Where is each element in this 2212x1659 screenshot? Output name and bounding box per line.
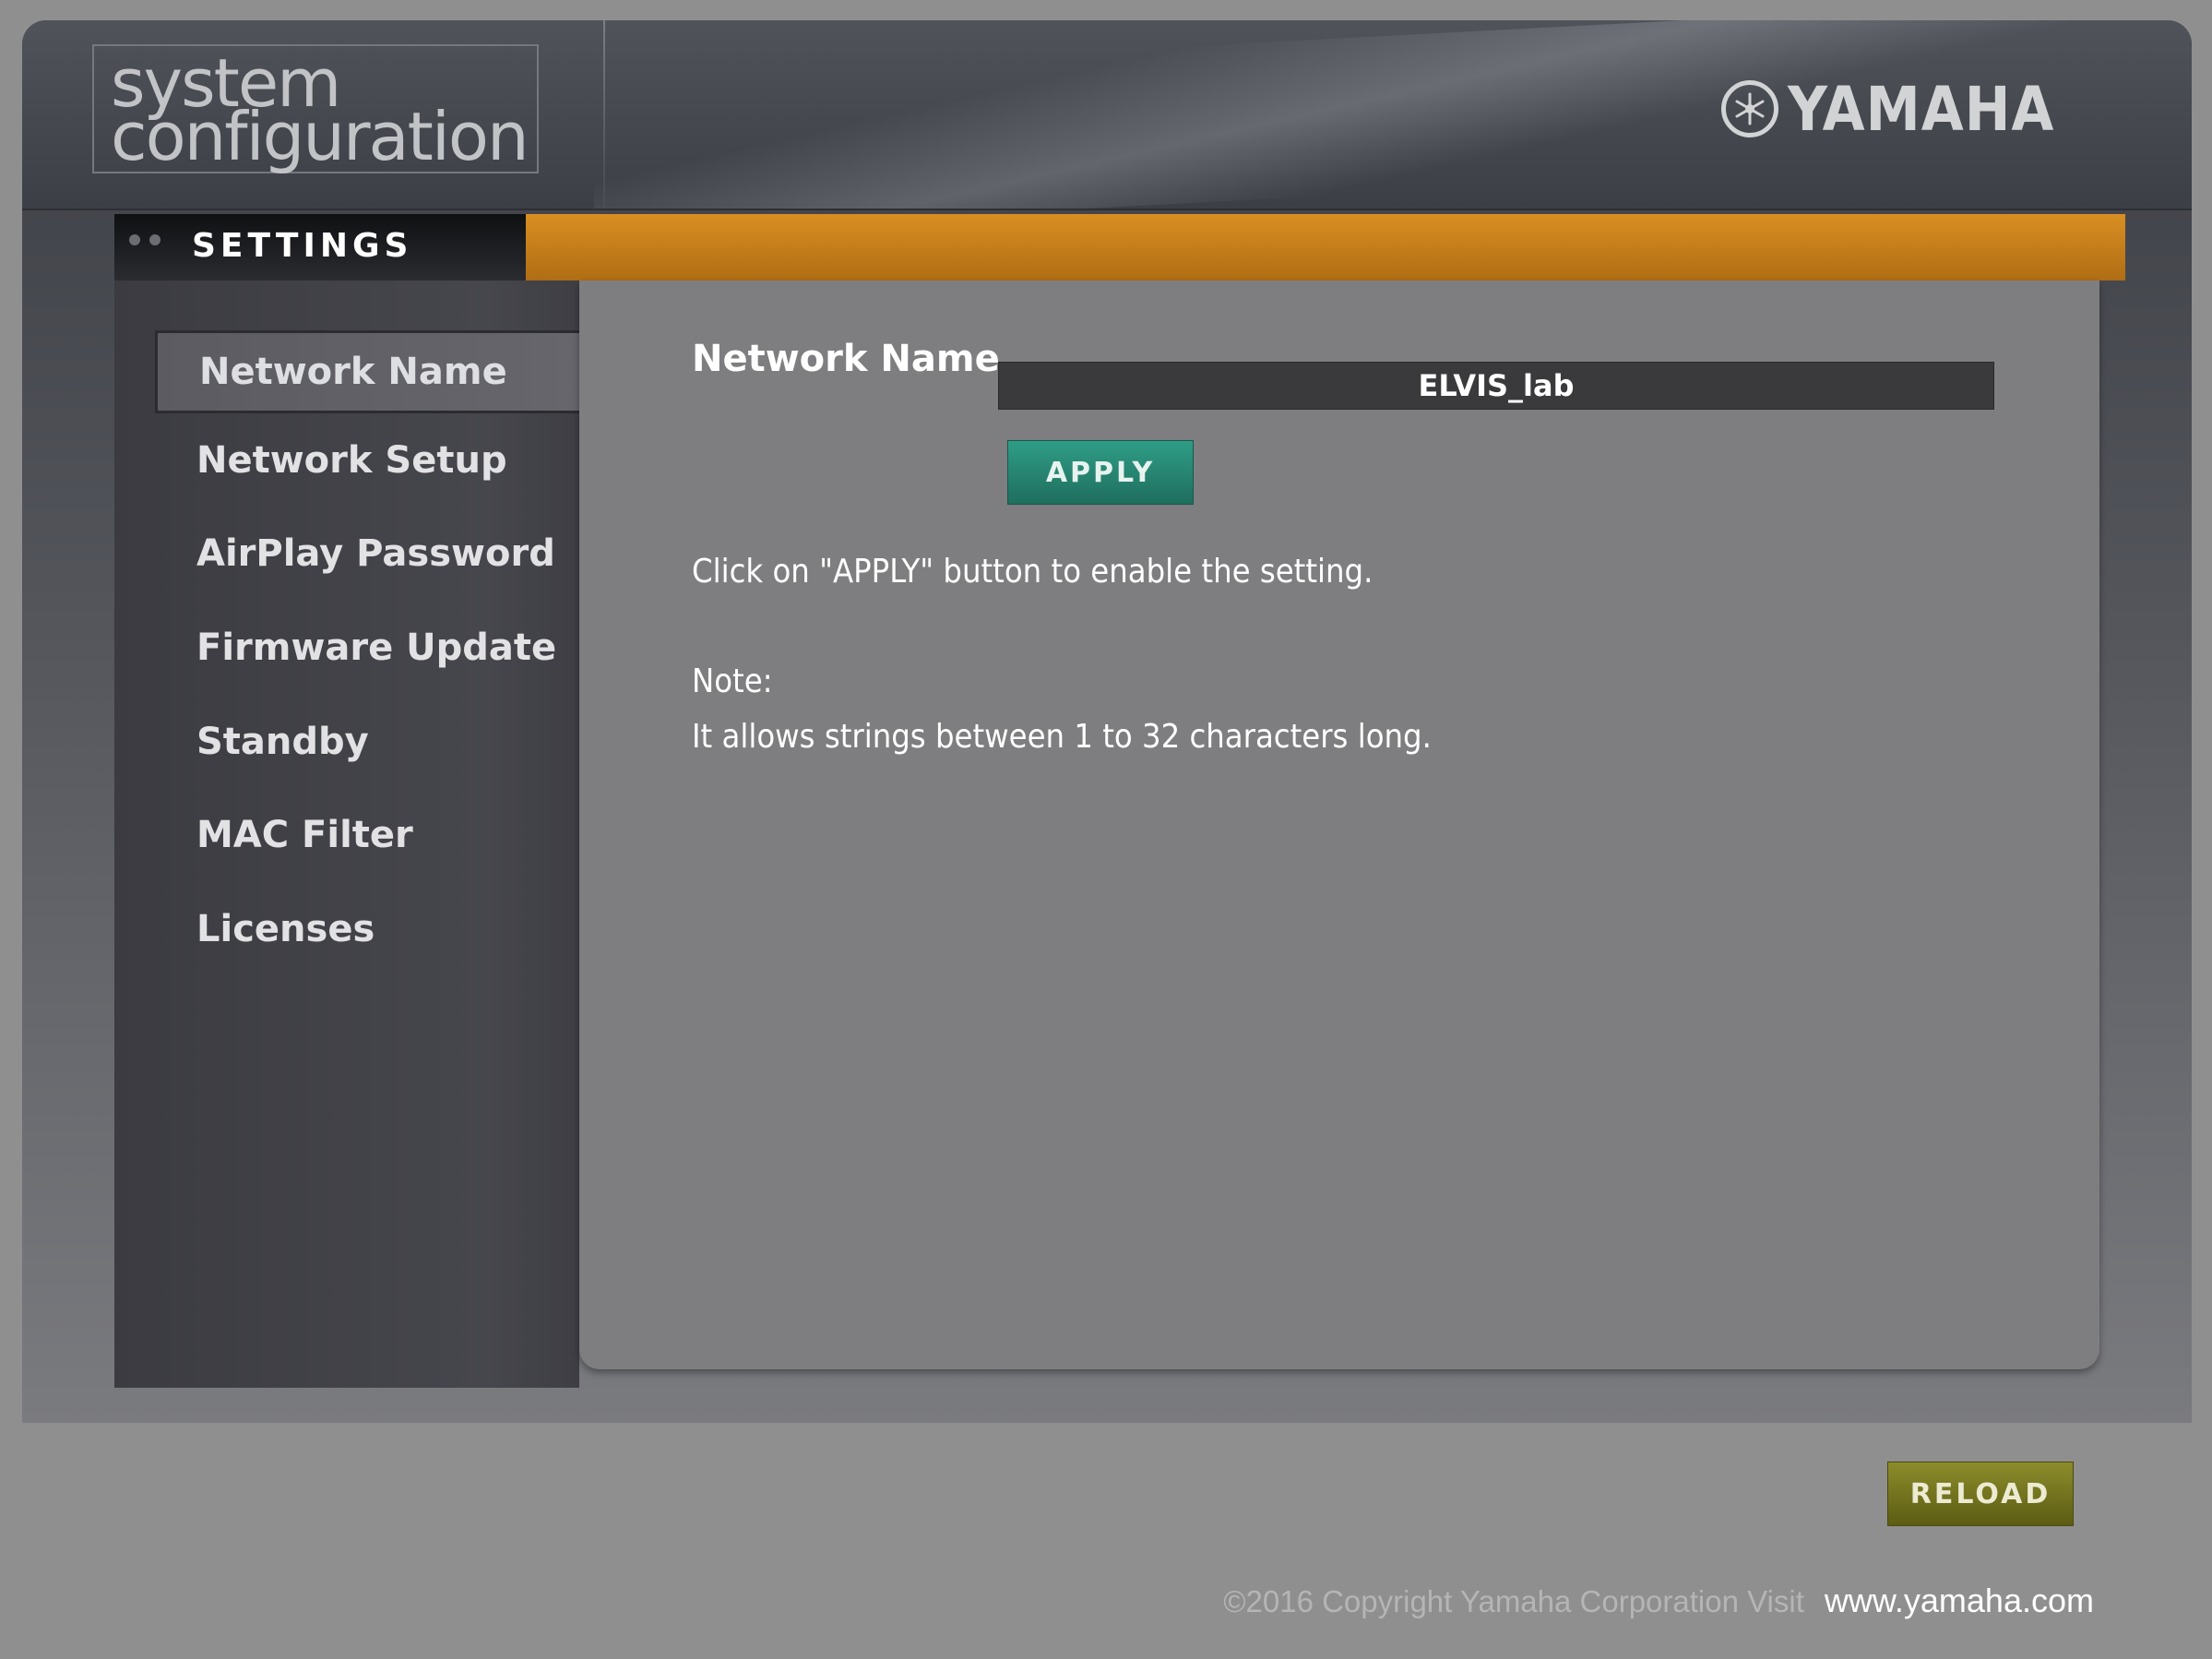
- note-text: It allows strings between 1 to 32 charac…: [692, 718, 1432, 756]
- logo-line-configuration: configuration: [111, 98, 529, 175]
- sidebar-item-airplay-password[interactable]: AirPlay Password: [114, 512, 579, 595]
- sidebar-item-network-name[interactable]: Network Name: [155, 330, 579, 413]
- sidebar-item-label: AirPlay Password: [196, 532, 555, 575]
- sidebar-item-label: Firmware Update: [196, 627, 557, 669]
- apply-instruction: Click on "APPLY" button to enable the se…: [692, 553, 1374, 591]
- tuning-fork-emblem-icon: [1721, 80, 1778, 137]
- sidebar-item-standby[interactable]: Standby: [114, 700, 579, 783]
- settings-content-panel: Network Name APPLY Click on "APPLY" butt…: [579, 280, 2099, 1369]
- sidebar-item-licenses[interactable]: Licenses: [114, 888, 579, 971]
- reload-button[interactable]: RELOAD: [1887, 1462, 2074, 1526]
- sidebar-item-label: Standby: [196, 721, 369, 763]
- sidebar-item-firmware-update[interactable]: Firmware Update: [114, 606, 579, 689]
- sidebar-item-label: Network Setup: [196, 439, 507, 482]
- sidebar-item-label: Licenses: [196, 908, 375, 950]
- copyright-text: ©2016 Copyright Yamaha Corporation Visit: [1223, 1584, 1804, 1618]
- sidebar-item-label: MAC Filter: [196, 814, 413, 856]
- network-name-label: Network Name: [692, 338, 1000, 380]
- yamaha-brand: YAMAHA: [1721, 72, 2054, 146]
- note-title: Note:: [692, 662, 773, 700]
- sidebar-item-mac-filter[interactable]: MAC Filter: [114, 794, 579, 877]
- sidebar: Network Name Network Setup AirPlay Passw…: [114, 280, 579, 1388]
- header-divider: [603, 20, 605, 209]
- system-configuration-logo: system configuration: [92, 44, 539, 173]
- settings-title: SETTINGS: [192, 227, 413, 265]
- header: system configuration YAMAHA: [22, 20, 2192, 210]
- yamaha-website-link[interactable]: www.yamaha.com: [1825, 1581, 2094, 1619]
- brand-wordmark: YAMAHA: [1788, 73, 2055, 145]
- app-frame: system configuration YAMAHA SETTINGS Net…: [22, 20, 2192, 1423]
- settings-titlebar: SETTINGS: [114, 214, 2125, 280]
- network-name-input[interactable]: [998, 362, 1994, 410]
- sidebar-item-label: Network Name: [199, 351, 507, 393]
- sidebar-item-network-setup[interactable]: Network Setup: [114, 419, 579, 502]
- apply-button[interactable]: APPLY: [1007, 440, 1194, 505]
- titlebar-label-area: SETTINGS: [114, 214, 526, 280]
- footer: ©2016 Copyright Yamaha Corporation Visit…: [922, 1581, 2094, 1620]
- window-dots-icon: [129, 234, 161, 245]
